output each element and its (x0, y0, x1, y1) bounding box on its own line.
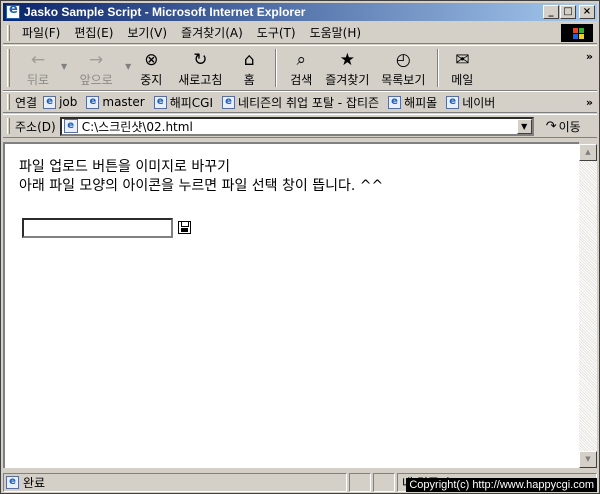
home-button[interactable]: ⌂ 홈 (229, 46, 269, 88)
copyright-watermark: Copyright(c) http://www.happycgi.com (406, 478, 597, 492)
window-controls: _ □ × (542, 5, 595, 19)
address-dropdown-icon[interactable]: ▼ (516, 118, 532, 134)
history-label: 목록보기 (381, 73, 426, 87)
windows-logo-icon (561, 24, 593, 42)
toolbar-separator (437, 49, 440, 87)
toolbar-grip[interactable] (7, 49, 10, 87)
refresh-label: 새로고침 (178, 73, 223, 87)
favorites-button[interactable]: ★ 즐겨찾기 (319, 46, 375, 88)
menu-bar: 파일(F) 편집(E) 보기(V) 즐겨찾기(A) 도구(T) 도움말(H) (3, 22, 597, 44)
stop-button[interactable]: ⊗ 중지 (131, 46, 171, 88)
page-icon: e (63, 119, 78, 133)
browser-window: Jasko Sample Script - Microsoft Internet… (0, 0, 600, 494)
address-field[interactable]: e C:\스크린샷\02.html ▼ (59, 116, 534, 136)
back-arrow-icon: ← (30, 50, 46, 70)
content-description: 아래 파일 모양의 아이콘을 누르면 파일 선택 창이 뜹니다. ^^ (19, 178, 384, 194)
menu-tools[interactable]: 도구(T) (250, 24, 303, 41)
links-label: 연결 (15, 95, 38, 110)
search-label: 검색 (290, 73, 313, 87)
file-path-input[interactable] (22, 218, 173, 238)
stop-label: 중지 (140, 73, 163, 87)
standard-toolbar: ← 뒤로 ▼ → 앞으로 ▼ ⊗ 중지 ↻ 새로고침 ⌂ 홈 ⌕ 검색 ★ 즐겨… (3, 45, 597, 91)
toolbar-separator (275, 49, 278, 87)
link-naver[interactable]: e 네이버 (446, 94, 495, 111)
search-button[interactable]: ⌕ 검색 (283, 46, 319, 88)
home-icon: ⌂ (243, 50, 255, 70)
link-label: 해피CGI (169, 95, 214, 110)
back-label: 뒤로 (26, 73, 50, 87)
scroll-down-button[interactable]: ▼ (579, 451, 597, 468)
forward-button[interactable]: → 앞으로 (67, 46, 125, 88)
window-title: Jasko Sample Script - Microsoft Internet… (24, 5, 306, 19)
go-arrow-icon: ↷ (545, 118, 557, 134)
page-icon: e (43, 95, 57, 109)
link-jobtizen[interactable]: e 네티즌의 취업 포탈 - 잡티즌 (222, 94, 379, 111)
title-bar: Jasko Sample Script - Microsoft Internet… (3, 2, 597, 21)
stop-icon: ⊗ (144, 50, 159, 70)
refresh-button[interactable]: ↻ 새로고침 (171, 46, 229, 88)
link-job[interactable]: e job (43, 95, 77, 109)
status-cell (373, 472, 395, 492)
page-icon: e (6, 475, 19, 489)
address-bar: 주소(D) e C:\스크린샷\02.html ▼ ↷ 이동 (3, 114, 597, 138)
history-button[interactable]: ◴ 목록보기 (375, 46, 431, 88)
scroll-up-button[interactable]: ▲ (579, 144, 597, 161)
refresh-icon: ↻ (193, 50, 208, 70)
link-label: 해피몰 (404, 95, 438, 110)
menu-file[interactable]: 파일(F) (15, 24, 67, 41)
go-label: 이동 (558, 119, 581, 134)
page-icon: e (446, 95, 460, 109)
page-icon: e (388, 95, 402, 109)
link-master[interactable]: e master (86, 95, 145, 109)
forward-label: 앞으로 (79, 73, 113, 87)
links-bar: 연결 e job e master e 해피CGI e 네티즌의 취업 포탈 - 잡티즌… (3, 91, 597, 113)
mail-icon: ✉ (455, 50, 470, 70)
page-content: 파일 업로드 버튼을 이미지로 바꾸기 아래 파일 모양의 아이콘을 누르면 파… (3, 142, 579, 468)
go-button[interactable]: ↷ 이동 (546, 118, 581, 135)
search-icon: ⌕ (296, 50, 307, 70)
link-label: 네이버 (462, 95, 496, 110)
home-label: 홈 (243, 73, 255, 87)
links-chevron-icon[interactable]: » (586, 96, 593, 109)
address-url[interactable]: C:\스크린샷\02.html (82, 118, 193, 135)
page-icon: e (222, 95, 236, 109)
close-button[interactable]: × (579, 5, 595, 19)
back-button[interactable]: ← 뒤로 (15, 46, 61, 88)
content-text: 파일 업로드 버튼을 이미지로 바꾸기 아래 파일 모양의 아이콘을 누르면 파… (19, 158, 383, 196)
maximize-button[interactable]: □ (560, 5, 576, 19)
menu-help[interactable]: 도움말(H) (303, 24, 369, 41)
favorites-label: 즐겨찾기 (325, 73, 370, 87)
floppy-disk-icon[interactable] (178, 221, 191, 234)
content-heading: 파일 업로드 버튼을 이미지로 바꾸기 (19, 159, 230, 175)
menu-edit[interactable]: 편집(E) (67, 24, 120, 41)
address-label: 주소(D) (15, 119, 56, 134)
minimize-button[interactable]: _ (543, 5, 559, 19)
page-icon: e (86, 95, 100, 109)
menu-grip[interactable] (7, 24, 10, 41)
status-cell (349, 472, 371, 492)
ie-icon (6, 2, 20, 19)
links-grip[interactable] (7, 94, 10, 110)
link-label: 네티즌의 취업 포탈 - 잡티즌 (238, 95, 380, 110)
page-icon: e (153, 95, 167, 109)
menu-view[interactable]: 보기(V) (120, 24, 174, 41)
link-happycgi[interactable]: e 해피CGI (153, 94, 214, 111)
history-icon: ◴ (395, 50, 411, 70)
favorites-icon: ★ (339, 50, 355, 70)
address-grip[interactable] (7, 118, 10, 134)
toolbar-chevron-icon[interactable]: » (586, 50, 593, 63)
link-label: master (102, 95, 145, 109)
status-text-panel: e 완료 (3, 472, 347, 492)
vertical-scrollbar[interactable]: ▲ ▼ (579, 144, 597, 468)
mail-button[interactable]: ✉ 메일 (445, 46, 479, 88)
forward-arrow-icon: → (89, 50, 104, 70)
link-happymall[interactable]: e 해피몰 (388, 94, 437, 111)
menu-favorites[interactable]: 즐겨찾기(A) (174, 24, 250, 41)
mail-label: 메일 (451, 73, 474, 87)
status-text: 완료 (23, 475, 46, 490)
link-label: job (59, 95, 78, 109)
